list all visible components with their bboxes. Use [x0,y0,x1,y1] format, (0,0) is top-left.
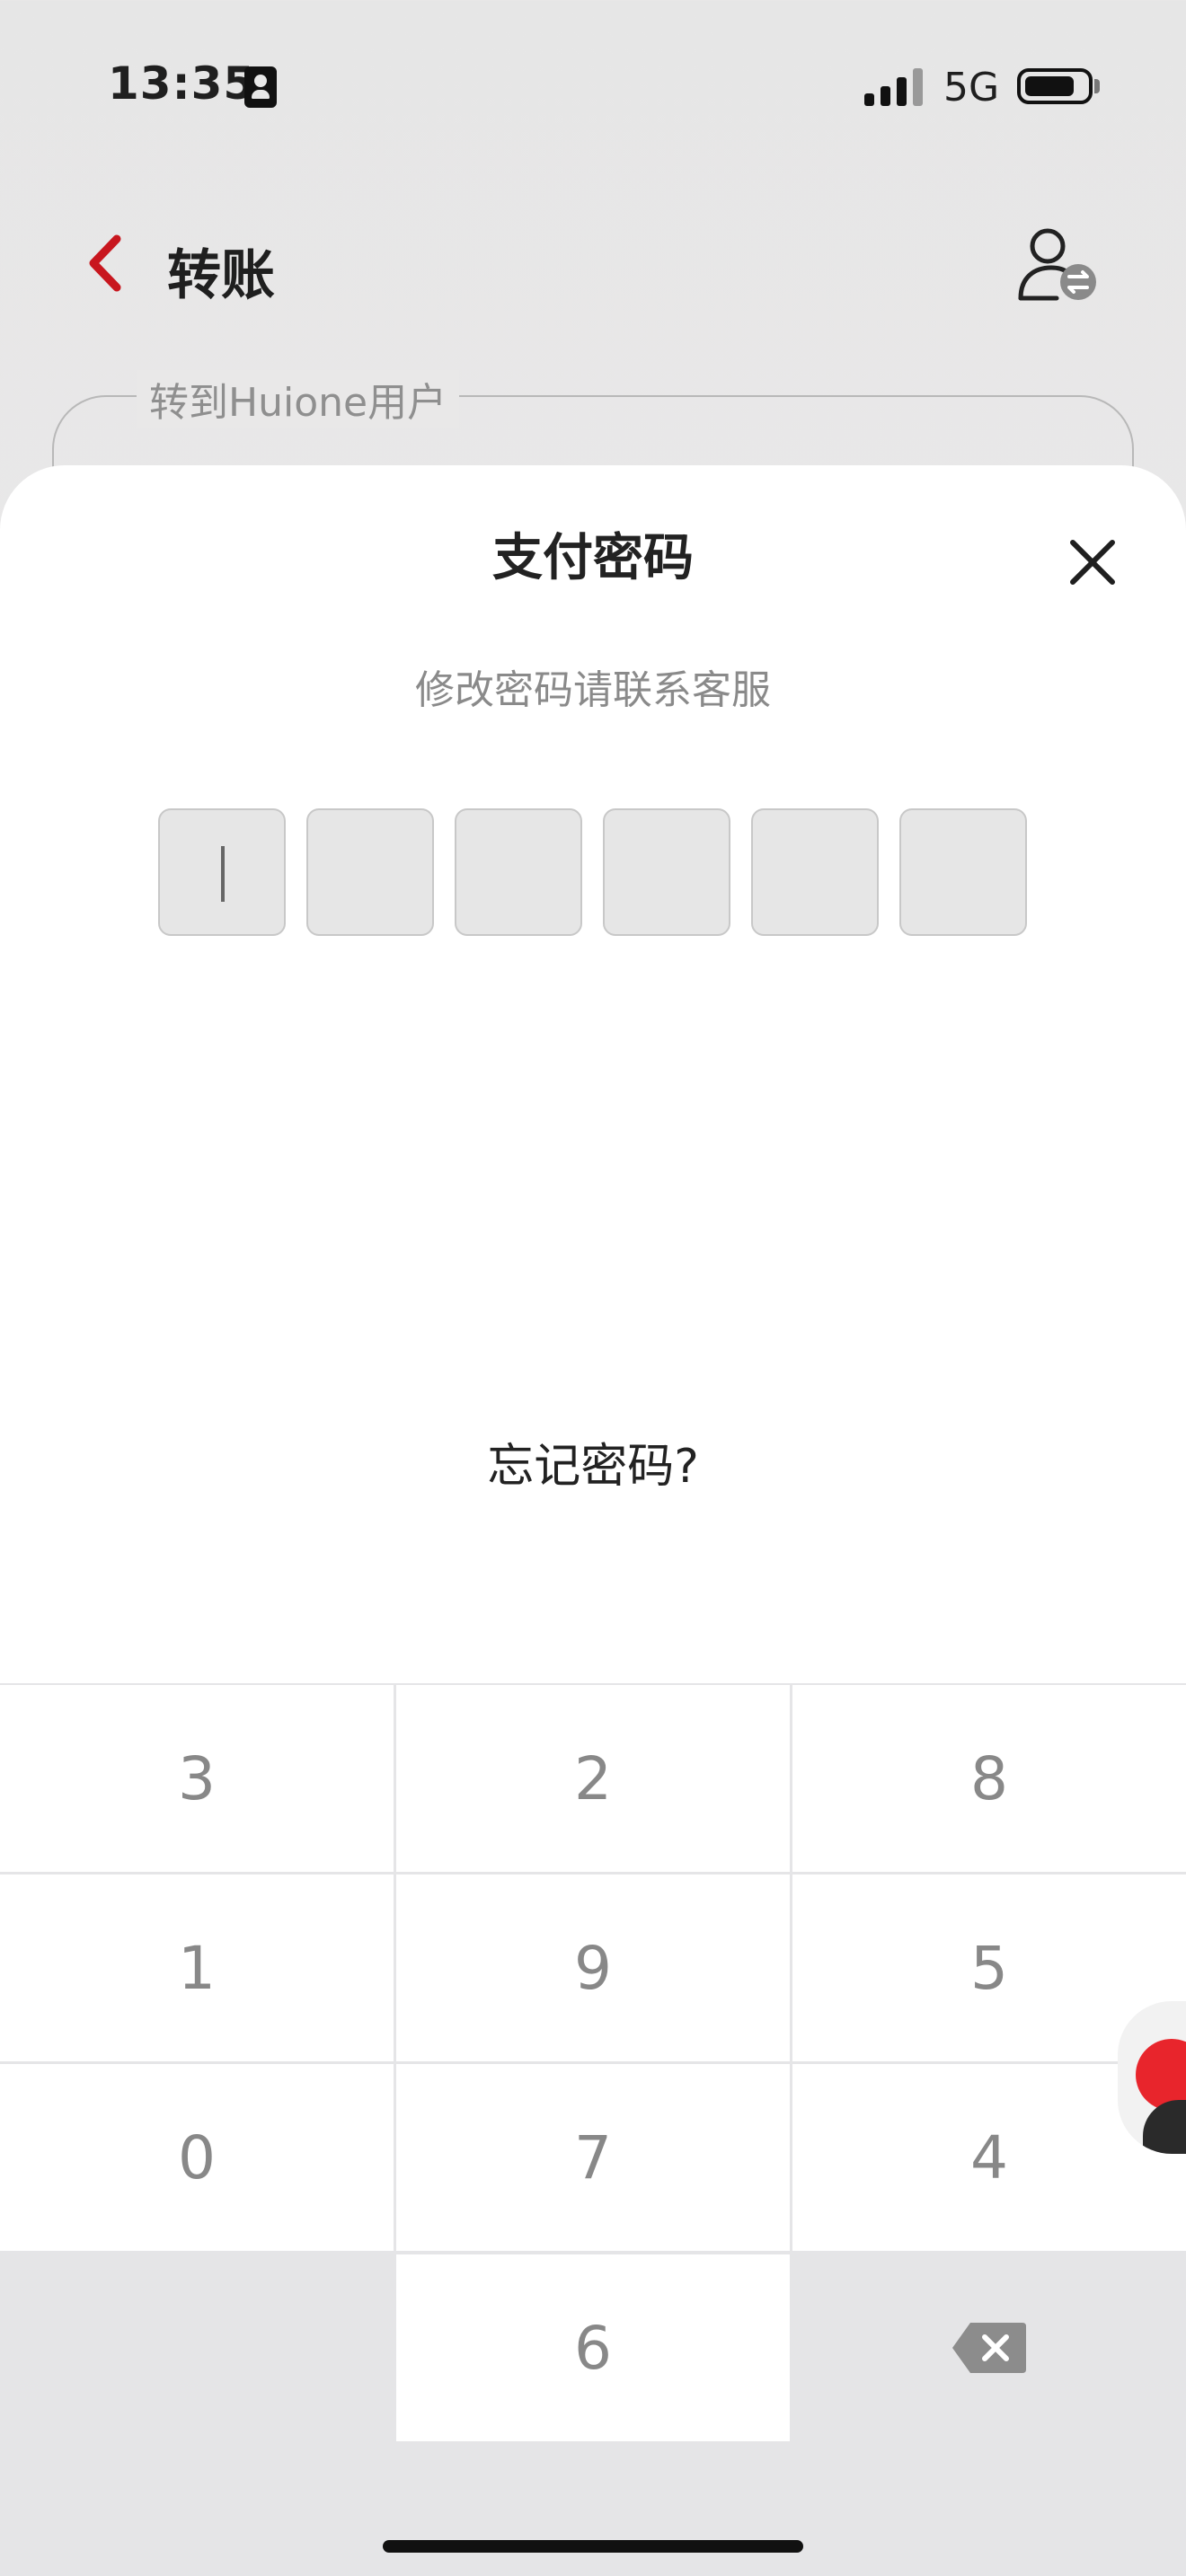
forgot-password-link[interactable]: 忘记密码? [0,1428,1186,1495]
close-icon[interactable] [1064,534,1121,591]
key-2[interactable]: 2 [396,1685,790,1872]
user-transfer-icon[interactable] [1015,226,1102,305]
battery-tip [1094,79,1100,93]
back-icon[interactable] [83,232,131,295]
sheet-hint: 修改密码请联系客服 [415,667,771,713]
pin-box[interactable] [751,808,879,936]
pin-box[interactable] [899,808,1027,936]
backspace-icon [952,2323,1026,2373]
status-bar: 13:35 5G [0,0,1186,171]
sheet-title: 支付密码 [492,529,694,587]
page-title: 转账 [167,244,275,307]
key-6[interactable]: 6 [396,2254,790,2441]
numeric-keypad: 3 2 8 1 9 5 0 7 4 6 [0,1683,1186,2576]
delete-key[interactable] [792,2254,1186,2441]
status-time: 13:35 [108,57,256,110]
key-3[interactable]: 3 [0,1685,394,1872]
keypad-row: 3 2 8 [0,1685,1186,1872]
keypad-row: 6 [0,2254,1186,2441]
key-9[interactable]: 9 [396,1875,790,2061]
keypad-row: 1 9 5 [0,1875,1186,2061]
recipient-label: 转到Huione用户 [137,370,460,428]
pin-box[interactable] [158,808,286,936]
key-8[interactable]: 8 [792,1685,1186,1872]
customer-service-button[interactable] [1118,2001,1186,2154]
pin-box[interactable] [603,808,730,936]
key-7[interactable]: 7 [396,2064,790,2251]
pin-box[interactable] [306,808,434,936]
keypad-row: 0 7 4 [0,2064,1186,2251]
key-empty [0,2254,394,2441]
text-caret [221,846,225,902]
network-label: 5G [943,65,1000,110]
signal-icon [864,66,924,106]
key-1[interactable]: 1 [0,1875,394,2061]
key-0[interactable]: 0 [0,2064,394,2251]
home-indicator [383,2540,803,2553]
id-card-icon [244,66,277,108]
pin-input[interactable] [158,808,1028,936]
pin-box[interactable] [455,808,582,936]
support-agent-body [1143,2100,1186,2154]
battery-icon [1017,68,1093,104]
